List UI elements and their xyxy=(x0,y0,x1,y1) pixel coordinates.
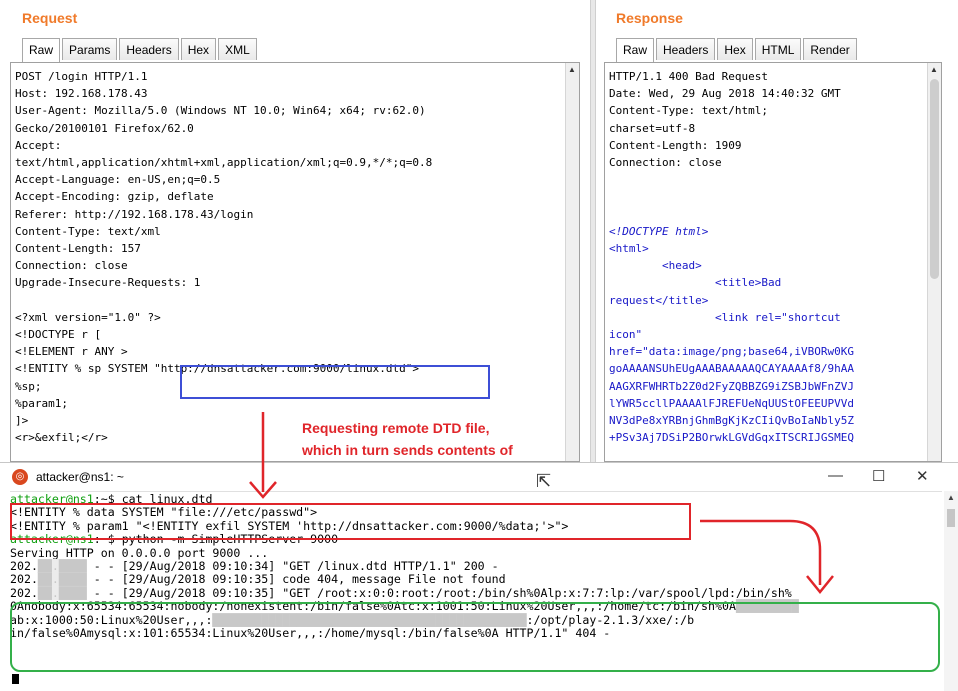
response-line xyxy=(609,188,854,205)
response-tab-html[interactable]: HTML xyxy=(754,38,802,60)
close-button[interactable]: ✕ xyxy=(916,467,929,485)
response-line: +PSv3Aj7DSiP2BOrwkLGVdGqxITSCRIJGSMEQ xyxy=(609,431,855,445)
log-text: - - [29/Aug/2018 09:10:35] code 404, mes… xyxy=(86,572,506,587)
response-line: <title>Bad xyxy=(609,276,782,290)
response-line: Date: Wed, 29 Aug 2018 14:40:32 GMT xyxy=(609,87,841,101)
request-title: Request xyxy=(22,10,78,26)
request-line: <!ELEMENT r ANY > xyxy=(15,345,128,359)
line-text: Serving HTTP on 0.0.0.0 port 9000 ... xyxy=(10,545,269,560)
request-line: Referer: http://192.168.178.43/login xyxy=(15,207,254,221)
exfil-request-highlight-box xyxy=(10,602,940,672)
request-tab-headers[interactable]: Headers xyxy=(119,38,179,60)
response-scrollbar[interactable]: ▲ xyxy=(927,63,941,461)
response-title: Response xyxy=(616,10,683,26)
redacted-ip: ██.████ xyxy=(37,559,87,574)
request-tab-raw[interactable]: Raw xyxy=(22,38,61,62)
request-line: Content-Type: text/xml xyxy=(15,224,161,238)
request-line: User-Agent: Mozilla/5.0 (Windows NT 10.0… xyxy=(15,104,426,118)
redacted-ip: ██.████ xyxy=(37,585,87,600)
request-tab-hex[interactable]: Hex xyxy=(180,38,217,60)
log-text: - - [29/Aug/2018 09:10:34] "GET /linux.d… xyxy=(86,559,499,574)
request-line: Host: 192.168.178.43 xyxy=(15,87,148,101)
response-line: icon" xyxy=(609,328,643,342)
request-line: Gecko/20100101 Firefox/62.0 xyxy=(15,121,194,135)
terminal-titlebar[interactable]: ◎ attacker@ns1: ~ — ☐ ✕ xyxy=(0,463,958,491)
request-line: <?xml version="1.0" ?> xyxy=(15,310,161,324)
dtd-url-highlight-box xyxy=(180,365,490,399)
dtd-content-highlight-box xyxy=(10,503,691,540)
request-line: Accept: xyxy=(15,138,62,152)
mouse-pointer-icon: ⇱ xyxy=(536,471,552,491)
response-line: request</title> xyxy=(609,293,709,307)
response-tab-render[interactable]: Render xyxy=(803,38,857,60)
response-line: <head> xyxy=(609,259,702,273)
terminal-line: 202.██.████ - - [29/Aug/2018 09:10:34] "… xyxy=(10,559,799,574)
response-line: Content-Type: text/html; xyxy=(609,104,768,118)
response-line xyxy=(609,206,854,223)
response-line: HTTP/1.1 400 Bad Request xyxy=(609,70,768,83)
response-line: <html> xyxy=(609,242,649,256)
response-tab-hex[interactable]: Hex xyxy=(717,38,753,60)
response-tab-headers[interactable]: Headers xyxy=(656,38,716,60)
response-line xyxy=(609,171,854,188)
request-line: Connection: close xyxy=(15,259,128,273)
request-line: POST /login HTTP/1.1 xyxy=(15,70,148,83)
request-line: <!DOCTYPE r [ xyxy=(15,328,102,342)
request-line: Accept-Encoding: gzip, deflate xyxy=(15,190,214,204)
response-tabs: Raw Headers Hex HTML Render xyxy=(616,38,859,62)
request-tab-xml[interactable]: XML xyxy=(218,38,257,60)
request-line: Accept-Language: en-US,en;q=0.5 xyxy=(15,173,221,187)
scrollbar-thumb[interactable] xyxy=(930,79,939,279)
response-viewer[interactable]: HTTP/1.1 400 Bad Request Date: Wed, 29 Au… xyxy=(604,62,942,462)
response-line: AAGXRFWHRTb2Z0d2FyZQBBZG9iZSBJbWFnZVJ xyxy=(609,379,855,393)
response-line: charset=utf-8 xyxy=(609,121,696,135)
response-line: Connection: close xyxy=(609,156,722,170)
request-tab-params[interactable]: Params xyxy=(62,38,118,60)
request-tabs: Raw Params Headers Hex XML xyxy=(22,38,259,62)
response-line: Content-Length: 1909 xyxy=(609,138,742,152)
scroll-up-icon[interactable]: ▲ xyxy=(568,65,576,74)
response-line: lYWR5ccllPAAAAlFJREFUeNqUUStOFEEUPVVd xyxy=(609,396,855,410)
response-pane: Response Raw Headers Hex HTML Render HTT… xyxy=(596,0,958,462)
ip-prefix: 202. xyxy=(10,572,38,587)
ubuntu-icon: ◎ xyxy=(12,469,28,485)
response-body-text[interactable]: HTTP/1.1 400 Bad Request Date: Wed, 29 Au… xyxy=(609,68,854,446)
scroll-up-icon[interactable]: ▲ xyxy=(930,65,938,74)
ip-prefix: 202. xyxy=(10,559,38,574)
terminal-scrollbar[interactable]: ▲ xyxy=(944,491,958,691)
response-line: <!DOCTYPE html> xyxy=(609,224,709,238)
terminal-line: 202.██.████ - - [29/Aug/2018 09:10:35] c… xyxy=(10,572,799,587)
response-line: goAAAANSUhEUgAAABAAAAAQCAYAAAAf8/9hAA xyxy=(609,362,855,376)
response-tab-raw[interactable]: Raw xyxy=(616,38,655,62)
maximize-button[interactable]: ☐ xyxy=(872,467,885,485)
request-line xyxy=(15,292,432,309)
scroll-up-icon[interactable]: ▲ xyxy=(947,493,955,502)
request-line: Content-Length: 157 xyxy=(15,242,141,256)
terminal-line: 202.██.████ - - [29/Aug/2018 09:10:35] "… xyxy=(10,585,799,600)
scrollbar-thumb[interactable] xyxy=(947,509,955,527)
ip-prefix: 202. xyxy=(10,585,38,600)
log-text: - - [29/Aug/2018 09:10:35] "GET /root:x:… xyxy=(86,585,792,600)
request-editor[interactable]: POST /login HTTP/1.1 Host: 192.168.178.43… xyxy=(10,62,580,462)
redacted-ip: ██.████ xyxy=(37,572,87,587)
minimize-button[interactable]: — xyxy=(828,467,843,484)
request-scrollbar[interactable]: ▲ xyxy=(565,63,579,461)
response-line: href="data:image/png;base64,iVBORw0KG xyxy=(609,345,855,359)
response-line: <link rel="shortcut xyxy=(609,310,841,324)
response-line: NV3dPe8xYRBnjGhmBgKjKzCIiQvBoIaNbly5Z xyxy=(609,414,855,428)
request-line: Upgrade-Insecure-Requests: 1 xyxy=(15,276,201,290)
terminal-title: attacker@ns1: ~ xyxy=(36,470,124,484)
terminal-cursor xyxy=(12,674,19,684)
request-line: text/html,application/xhtml+xml,applicat… xyxy=(15,156,433,170)
terminal-line: Serving HTTP on 0.0.0.0 port 9000 ... xyxy=(10,545,799,560)
